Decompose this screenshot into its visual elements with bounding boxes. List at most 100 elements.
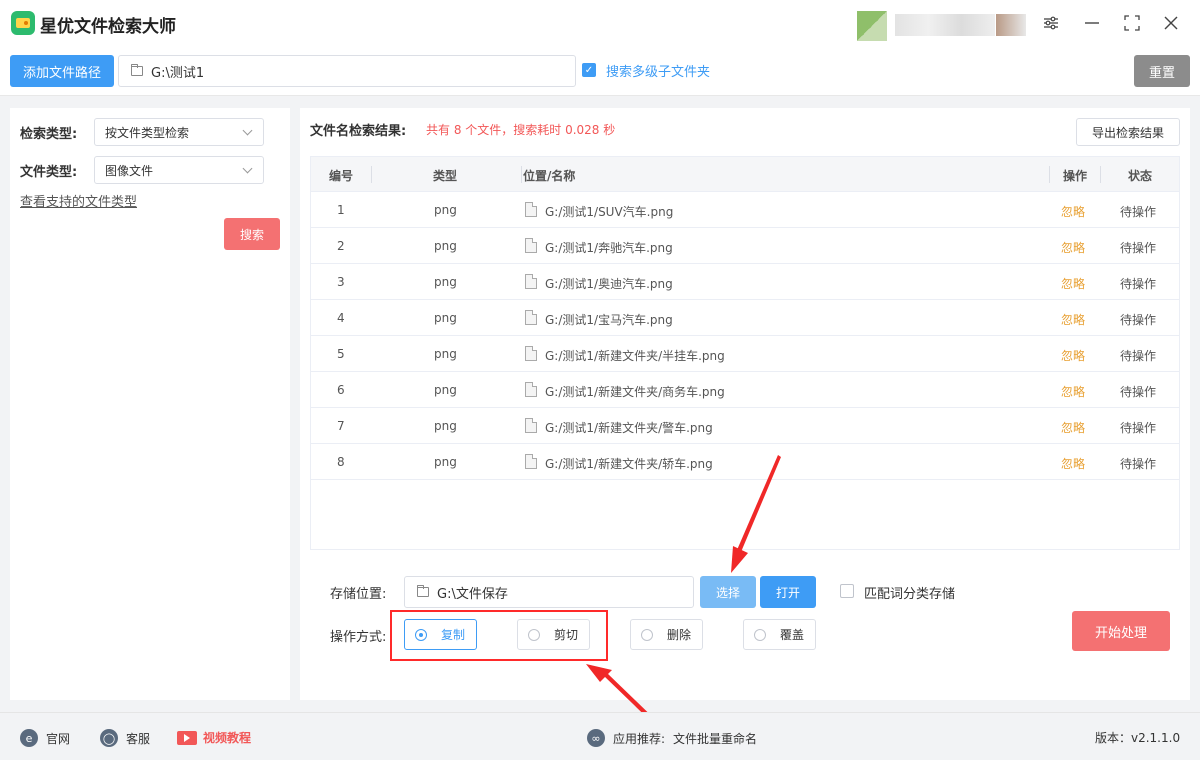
open-button[interactable]: 打开 (760, 576, 816, 608)
row-status: 待操作 (1120, 313, 1157, 327)
row-status: 待操作 (1120, 385, 1157, 399)
reset-button[interactable]: 重置 (1134, 55, 1190, 87)
row-number: 5 (337, 347, 345, 361)
results-summary: 共有 8 个文件，搜索耗时 0.028 秒 (426, 123, 616, 137)
column-header-type: 类型 (433, 169, 458, 183)
website-link[interactable]: e 官网 (20, 729, 70, 747)
video-tutorial-link[interactable]: 视频教程 (177, 729, 251, 746)
footer: e 官网 ◯ 客服 视频教程 ∞ 应用推荐: 文件批量重命名 版本：v2.1.1… (0, 712, 1200, 760)
row-type: png (434, 311, 457, 325)
row-number: 6 (337, 383, 345, 397)
results-title: 文件名检索结果: (310, 124, 407, 139)
file-icon (525, 310, 537, 325)
start-processing-button[interactable]: 开始处理 (1072, 611, 1170, 651)
table-row: 4 png G:/测试1/宝马汽车.png 忽略 待操作 (311, 300, 1179, 336)
row-type: png (434, 275, 457, 289)
supported-types-link[interactable]: 查看支持的文件类型 (20, 191, 137, 210)
row-path: G:/测试1/宝马汽车.png (545, 313, 673, 327)
maximize-icon[interactable] (1121, 12, 1143, 34)
export-results-button[interactable]: 导出检索结果 (1076, 118, 1180, 146)
row-status: 待操作 (1120, 349, 1157, 363)
row-status: 待操作 (1120, 457, 1157, 471)
file-icon (525, 238, 537, 253)
row-type: png (434, 239, 457, 253)
version-label: 版本：v2.1.1.0 (1095, 731, 1181, 745)
user-badge (996, 14, 1026, 36)
row-number: 1 (337, 203, 345, 217)
row-type: png (434, 383, 457, 397)
search-type-value: 按文件类型检索 (105, 125, 190, 140)
ignore-link[interactable]: 忽略 (1061, 347, 1085, 364)
user-avatar[interactable] (857, 11, 887, 41)
ignore-link[interactable]: 忽略 (1061, 455, 1085, 472)
column-header-action: 操作 (1063, 169, 1088, 183)
row-path: G:/测试1/新建文件夹/半挂车.png (545, 349, 725, 363)
row-status: 待操作 (1120, 277, 1157, 291)
ignore-link[interactable]: 忽略 (1061, 203, 1085, 220)
row-number: 4 (337, 311, 345, 325)
title-bar: 星优文件检索大师 (0, 0, 1200, 48)
app-logo-icon (11, 11, 35, 35)
chevron-down-icon (242, 163, 253, 174)
path-input-value: G:\测试1 (151, 65, 205, 81)
app-title: 星优文件检索大师 (40, 17, 176, 37)
folder-icon (131, 64, 143, 76)
row-number: 7 (337, 419, 345, 433)
recommend-app-link[interactable]: 文件批量重命名 (673, 730, 757, 747)
search-type-label: 检索类型: (20, 127, 78, 142)
table-body: 1 png G:/测试1/SUV汽车.png 忽略 待操作 2 png G:/测试1/奔驰汽车… (311, 192, 1179, 480)
operation-mode-label: 操作方式: (330, 630, 387, 645)
ignore-link[interactable]: 忽略 (1061, 383, 1085, 400)
chat-icon: ◯ (100, 729, 118, 747)
table-row: 5 png G:/测试1/新建文件夹/半挂车.png 忽略 待操作 (311, 336, 1179, 372)
chevron-down-icon (242, 125, 253, 136)
column-header-status: 状态 (1128, 169, 1153, 183)
browser-icon: e (20, 729, 38, 747)
storage-path-input[interactable]: G:\文件保存 (404, 576, 694, 608)
ignore-link[interactable]: 忽略 (1061, 275, 1085, 292)
row-type: png (434, 347, 457, 361)
file-type-value: 图像文件 (105, 163, 154, 178)
file-type-select[interactable]: 图像文件 (94, 156, 264, 184)
folder-icon (417, 585, 429, 597)
add-file-path-button[interactable]: 添加文件路径 (10, 55, 114, 87)
row-path: G:/测试1/新建文件夹/商务车.png (545, 385, 725, 399)
choose-button[interactable]: 选择 (700, 576, 756, 608)
row-type: png (434, 455, 457, 469)
file-icon (525, 418, 537, 433)
radio-overwrite[interactable]: 覆盖 (743, 619, 816, 650)
path-input[interactable]: G:\测试1 (118, 55, 576, 87)
ignore-link[interactable]: 忽略 (1061, 239, 1085, 256)
match-category-label[interactable]: 匹配词分类存储 (864, 583, 955, 602)
ignore-link[interactable]: 忽略 (1061, 419, 1085, 436)
support-link[interactable]: ◯ 客服 (100, 729, 150, 747)
table-row: 6 png G:/测试1/新建文件夹/商务车.png 忽略 待操作 (311, 372, 1179, 408)
user-name-blurred (895, 14, 995, 36)
settings-icon[interactable] (1040, 12, 1062, 34)
radio-delete[interactable]: 删除 (630, 619, 703, 650)
storage-label: 存储位置: (330, 587, 387, 602)
row-path: G:/测试1/奥迪汽车.png (545, 277, 673, 291)
file-icon (525, 274, 537, 289)
close-icon[interactable] (1160, 12, 1182, 34)
row-path: G:/测试1/奔驰汽车.png (545, 241, 673, 255)
search-type-select[interactable]: 按文件类型检索 (94, 118, 264, 146)
subfolder-label[interactable]: 搜索多级子文件夹 (606, 61, 710, 80)
search-button[interactable]: 搜索 (224, 218, 280, 250)
radio-delete-label: 删除 (667, 628, 692, 642)
row-type: png (434, 419, 457, 433)
row-number: 2 (337, 239, 345, 253)
ignore-link[interactable]: 忽略 (1061, 311, 1085, 328)
minimize-icon[interactable] (1081, 12, 1103, 34)
storage-path-value: G:\文件保存 (437, 586, 508, 602)
table-row: 2 png G:/测试1/奔驰汽车.png 忽略 待操作 (311, 228, 1179, 264)
subfolder-checkbox[interactable]: ✓ (582, 63, 596, 77)
column-header-no: 编号 (329, 169, 354, 183)
search-options-panel: 检索类型: 按文件类型检索 文件类型: 图像文件 查看支持的文件类型 搜索 (10, 108, 290, 700)
match-category-checkbox[interactable] (840, 584, 854, 598)
file-icon (525, 382, 537, 397)
table-row: 8 png G:/测试1/新建文件夹/轿车.png 忽略 待操作 (311, 444, 1179, 480)
row-number: 3 (337, 275, 345, 289)
link-icon: ∞ (587, 729, 605, 747)
table-row: 1 png G:/测试1/SUV汽车.png 忽略 待操作 (311, 192, 1179, 228)
